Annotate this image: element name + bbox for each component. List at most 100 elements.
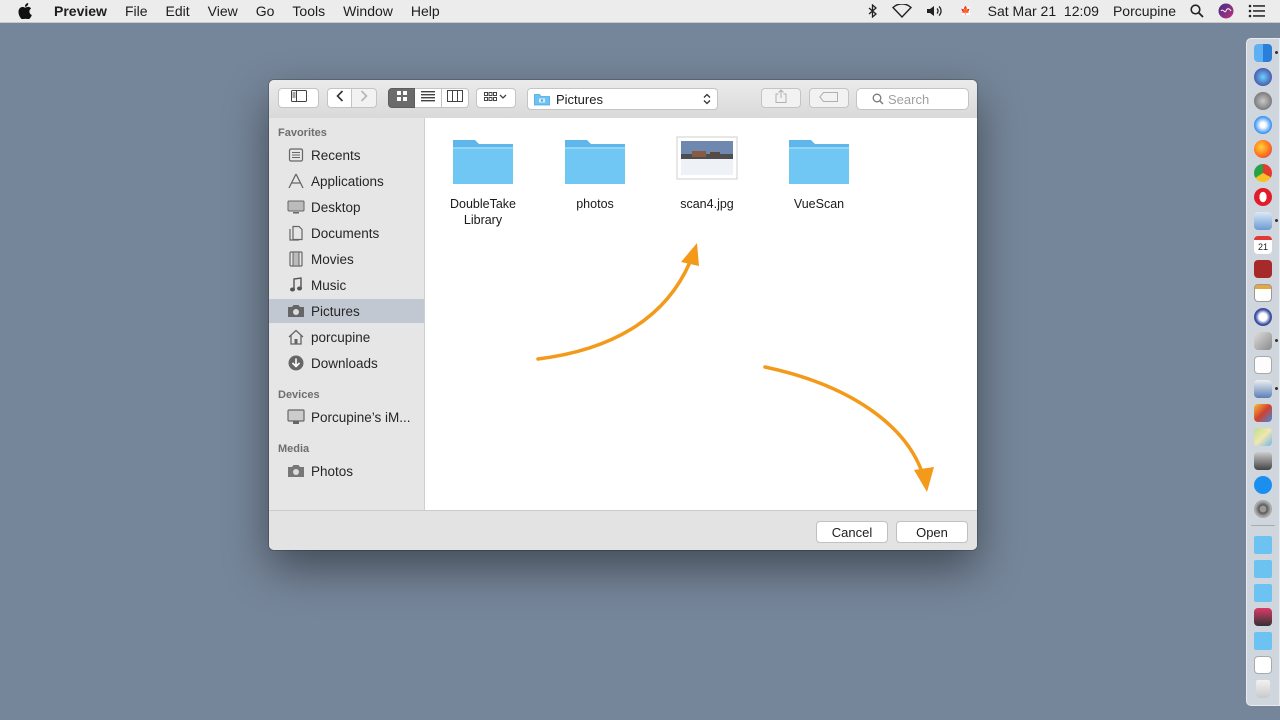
running-indicator [1275,339,1278,342]
menu-app-name[interactable]: Preview [54,3,107,19]
column-view-button[interactable] [442,88,469,108]
chevron-left-icon [335,89,344,107]
opera-icon[interactable] [1254,188,1272,206]
photo-app-icon[interactable] [1254,452,1272,470]
safari-icon[interactable] [1254,116,1272,134]
sidebar-item-label: porcupine [311,329,371,345]
file-name: VueScan [793,197,845,211]
search-input[interactable] [888,91,968,107]
file-item-photos[interactable]: photos [545,134,645,212]
canada-flag-icon[interactable]: 🍁 [958,6,974,17]
file-item-vuescan[interactable]: VueScan [769,134,869,212]
path-popup[interactable]: Pictures [527,88,718,110]
updown-chevron-icon [703,93,711,105]
launchpad-icon[interactable] [1254,92,1272,110]
volume-icon[interactable] [926,4,944,18]
file-item-scan4-jpg[interactable]: scan4.jpg [657,134,757,212]
app-store-icon[interactable] [1254,476,1272,494]
document-stack-icon[interactable] [1254,656,1272,674]
calendar-icon[interactable]: 21 [1254,236,1272,254]
siri-icon[interactable] [1218,3,1234,19]
bluetooth-icon[interactable] [868,4,878,18]
pictures-icon [287,302,305,320]
firefox-icon[interactable] [1254,140,1272,158]
image-capture-icon[interactable] [1254,332,1272,350]
sidebar-item-label: Music [311,277,347,293]
sidebar-item-documents[interactable]: Documents [269,221,424,245]
menu-window[interactable]: Window [343,3,393,19]
sidebar-item-label: Photos [311,463,354,479]
sidebar-item-imac[interactable]: Porcupine’s iM... [269,405,424,429]
menu-go[interactable]: Go [256,3,275,19]
sidebar-item-music[interactable]: Music [269,273,424,297]
dictionary-icon[interactable] [1254,260,1272,278]
file-item-doubletake-library[interactable]: DoubleTake Library [433,134,533,228]
menu-tools[interactable]: Tools [292,3,325,19]
back-button[interactable] [327,88,352,108]
menu-bar: Preview File Edit View Go Tools Window H… [0,0,1280,23]
vuescan-icon[interactable] [1254,380,1272,398]
sidebar-toggle-button[interactable] [278,88,319,108]
wifi-icon[interactable] [891,4,912,18]
search-field[interactable] [856,88,969,110]
icon-view-button[interactable] [388,88,415,108]
sidebar-header-devices: Devices [278,389,320,401]
music-icon [287,276,305,294]
trash-icon[interactable] [1256,680,1270,698]
menu-view[interactable]: View [208,3,238,19]
dialog-button-bar: Cancel Open [269,510,977,550]
notes-icon[interactable] [1254,284,1272,302]
gallery-grid-icon [484,89,508,107]
notification-list-icon[interactable] [1248,4,1266,18]
sidebar-item-porcupine[interactable]: porcupine [269,325,424,349]
menubar-user[interactable]: Porcupine [1113,3,1176,19]
sidebar-item-label: Porcupine’s iM... [311,409,411,425]
share-button[interactable] [761,88,801,108]
sidebar-item-label: Movies [311,251,354,267]
sidebar-header-media: Media [278,443,310,455]
chrome-icon[interactable] [1254,164,1272,182]
sidebar-item-recents[interactable]: Recents [269,143,424,167]
maple-leaf: 🍁 [960,6,971,15]
sidebar-item-pictures[interactable]: Pictures [269,299,424,323]
sidebar-item-label: Downloads [311,355,378,371]
share-icon [775,88,787,108]
graphic-converter-icon[interactable] [1254,404,1272,422]
file-name: photos [576,197,614,211]
tags-button[interactable] [809,88,849,108]
folder-stack-icon[interactable] [1254,584,1272,602]
menubar-datetime[interactable]: Sat Mar 21 12:09 [988,3,1099,19]
columns-icon [447,89,463,107]
folder-stack-icon[interactable] [1254,632,1272,650]
image-thumbnail-icon [676,134,738,188]
open-button[interactable]: Open [896,521,968,543]
sidebar-item-downloads[interactable]: Downloads [269,351,424,375]
forward-button[interactable] [352,88,377,108]
siri-dock-icon[interactable] [1254,68,1272,86]
sidebar-item-movies[interactable]: Movies [269,247,424,271]
sidebar-item-applications[interactable]: Applications [269,169,424,193]
menu-file[interactable]: File [125,3,148,19]
sidebar-item-label: Desktop [311,199,361,215]
textedit-icon[interactable] [1254,356,1272,374]
menu-edit[interactable]: Edit [166,3,190,19]
home-icon [287,328,305,346]
group-by-button[interactable] [476,88,516,108]
cancel-button[interactable]: Cancel [816,521,888,543]
spotlight-icon[interactable] [1190,4,1204,18]
sidebar-item-photos[interactable]: Photos [269,459,424,483]
finder-icon[interactable] [1254,44,1272,62]
sidebar-item-desktop[interactable]: Desktop [269,195,424,219]
list-view-button[interactable] [415,88,442,108]
folder-stack-icon[interactable] [1254,536,1272,554]
maps-icon[interactable] [1254,428,1272,446]
bbedit-icon[interactable] [1254,308,1272,326]
apple-icon[interactable] [18,3,38,19]
folder-stack-icon[interactable] [1254,560,1272,578]
path-popup-label: Pictures [556,91,603,107]
menu-help[interactable]: Help [411,3,440,19]
image-stack-icon[interactable] [1254,608,1272,626]
sidebar-item-label: Pictures [311,303,360,319]
preview-app-icon[interactable] [1254,212,1272,230]
system-preferences-icon[interactable] [1254,500,1272,518]
